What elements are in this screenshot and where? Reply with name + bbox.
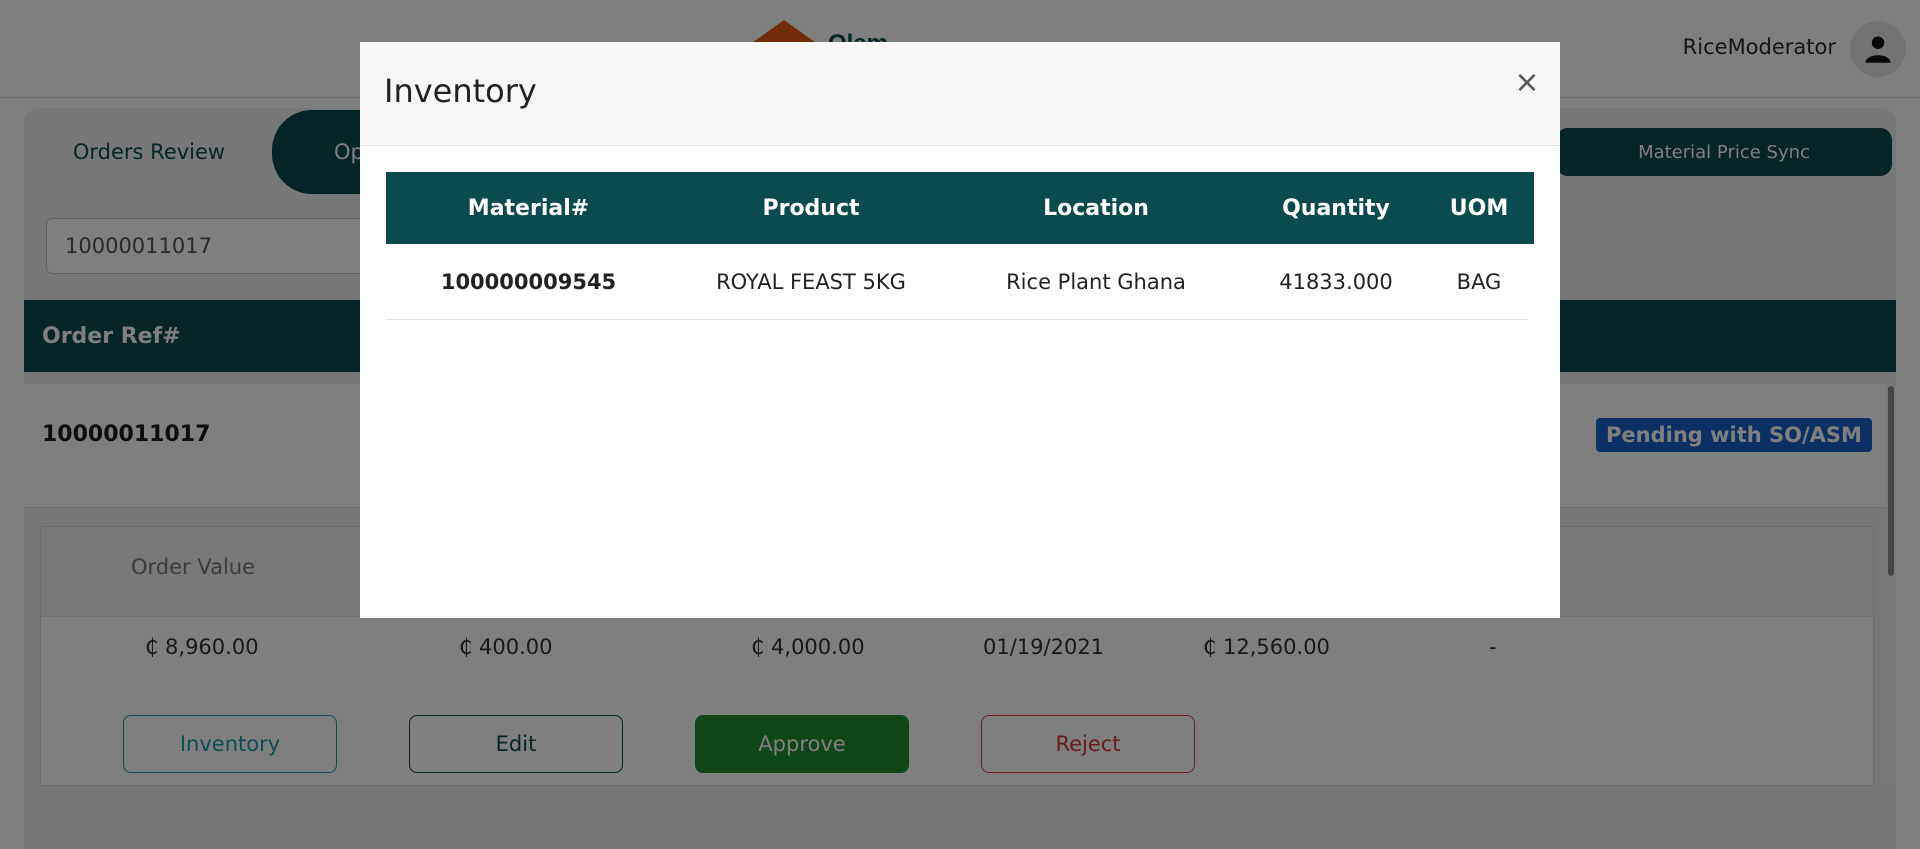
modal-title: Inventory xyxy=(384,72,537,110)
inventory-table: Material# Product Location Quantity UOM … xyxy=(386,172,1534,320)
column-header-location: Location xyxy=(1043,195,1149,221)
location: Rice Plant Ghana xyxy=(1006,269,1186,294)
column-header-material: Material# xyxy=(467,195,590,221)
inventory-table-header: Material# Product Location Quantity UOM xyxy=(386,172,1534,244)
modal-header: Inventory × xyxy=(360,42,1560,146)
product-name: ROYAL FEAST 5KG xyxy=(716,269,906,294)
uom: BAG xyxy=(1456,269,1502,294)
table-row: 100000009545 ROYAL FEAST 5KG Rice Plant … xyxy=(386,244,1528,320)
column-header-product: Product xyxy=(762,195,860,221)
quantity: 41833.000 xyxy=(1279,269,1393,294)
inventory-modal: Inventory × Material# Product Location Q… xyxy=(360,42,1560,618)
close-icon[interactable]: × xyxy=(1512,68,1542,98)
column-header-uom: UOM xyxy=(1449,195,1509,221)
column-header-quantity: Quantity xyxy=(1282,195,1390,221)
material-number: 100000009545 xyxy=(440,269,617,294)
